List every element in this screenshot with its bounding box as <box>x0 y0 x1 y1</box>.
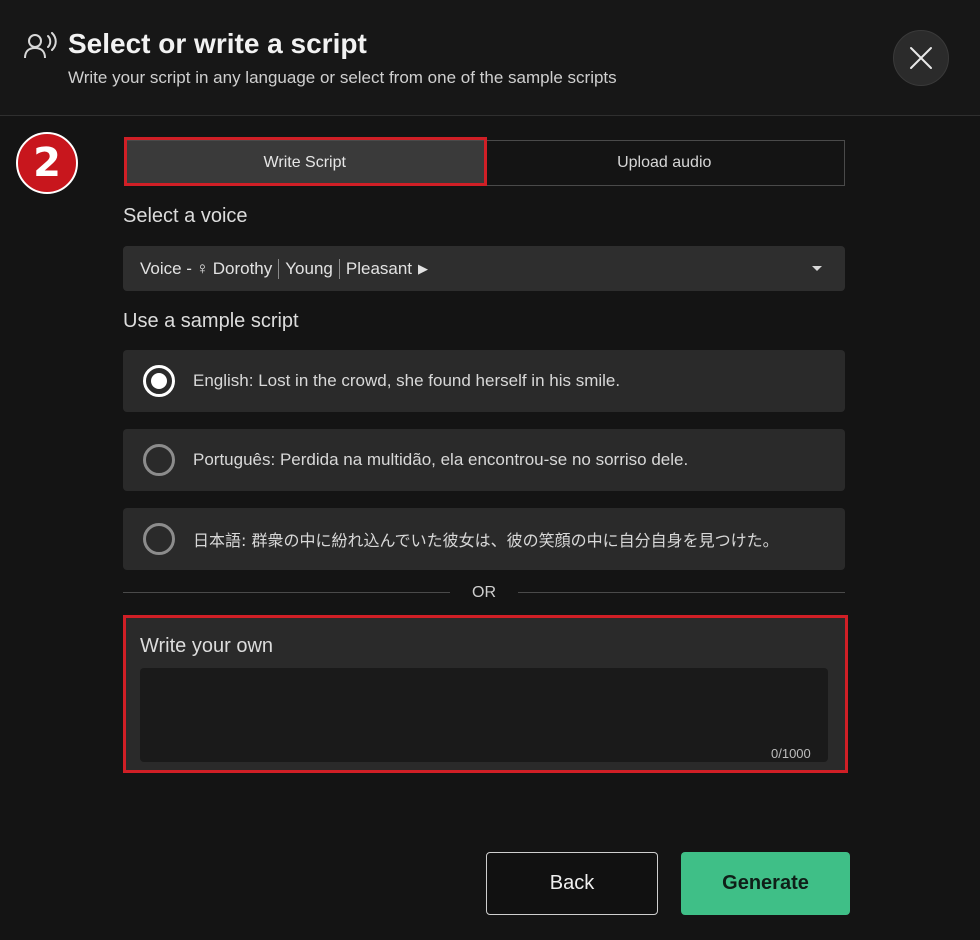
dialog-title: Select or write a script <box>68 28 367 59</box>
sample-text: Português: Perdida na multidão, ela enco… <box>193 450 689 469</box>
write-own-label: Write your own <box>140 635 274 657</box>
character-counter: 0/1000 <box>771 746 811 761</box>
voice-speaker-icon <box>24 32 57 59</box>
sample-script-label: Use a sample script <box>123 310 299 332</box>
dialog-subtitle: Write your script in any language or sel… <box>68 68 617 87</box>
sample-option-portuguese[interactable]: Português: Perdida na multidão, ela enco… <box>123 429 845 491</box>
female-icon: ♀ <box>195 258 209 278</box>
voice-dropdown[interactable]: Voice - ♀ Dorothy Young Pleasant ▶ <box>123 246 845 291</box>
dialog-header: Select or write a script Write your scri… <box>0 0 980 116</box>
or-label: OR <box>472 584 496 601</box>
separator <box>338 258 340 279</box>
step-badge: 2 <box>16 132 78 194</box>
tab-upload-audio[interactable]: Upload audio <box>485 141 845 185</box>
radio-button[interactable] <box>143 444 175 476</box>
back-button[interactable]: Back <box>486 852 658 915</box>
voice-prefix: Voice - <box>140 258 192 278</box>
or-divider: OR <box>123 582 845 604</box>
sample-text: 日本語: 群衆の中に紛れ込んでいた彼女は、彼の笑顔の中に自分自身を見つけた。 <box>193 531 779 550</box>
close-button[interactable] <box>893 30 949 86</box>
voice-tone: Pleasant <box>345 258 413 278</box>
sample-option-english[interactable]: English: Lost in the crowd, she found he… <box>123 350 845 412</box>
voice-age: Young <box>285 258 333 278</box>
script-textarea[interactable] <box>140 668 828 762</box>
separator <box>278 258 280 279</box>
play-icon[interactable]: ▶ <box>418 261 428 277</box>
tab-write-script[interactable]: Write Script <box>125 141 485 185</box>
sample-text: English: Lost in the crowd, she found he… <box>193 371 621 390</box>
voice-name: Dorothy <box>212 258 273 278</box>
radio-button-selected[interactable] <box>143 365 175 397</box>
close-icon <box>910 47 932 69</box>
radio-button[interactable] <box>143 523 175 555</box>
script-source-tabs: Write Script Upload audio <box>124 140 845 186</box>
write-own-section: Write your own 0/1000 <box>123 615 848 773</box>
divider-line <box>123 592 450 593</box>
chevron-down-icon <box>812 266 822 271</box>
select-voice-label: Select a voice <box>123 205 248 227</box>
generate-button[interactable]: Generate <box>681 852 850 915</box>
sample-option-japanese[interactable]: 日本語: 群衆の中に紛れ込んでいた彼女は、彼の笑顔の中に自分自身を見つけた。 <box>123 508 845 570</box>
divider-line <box>518 592 845 593</box>
